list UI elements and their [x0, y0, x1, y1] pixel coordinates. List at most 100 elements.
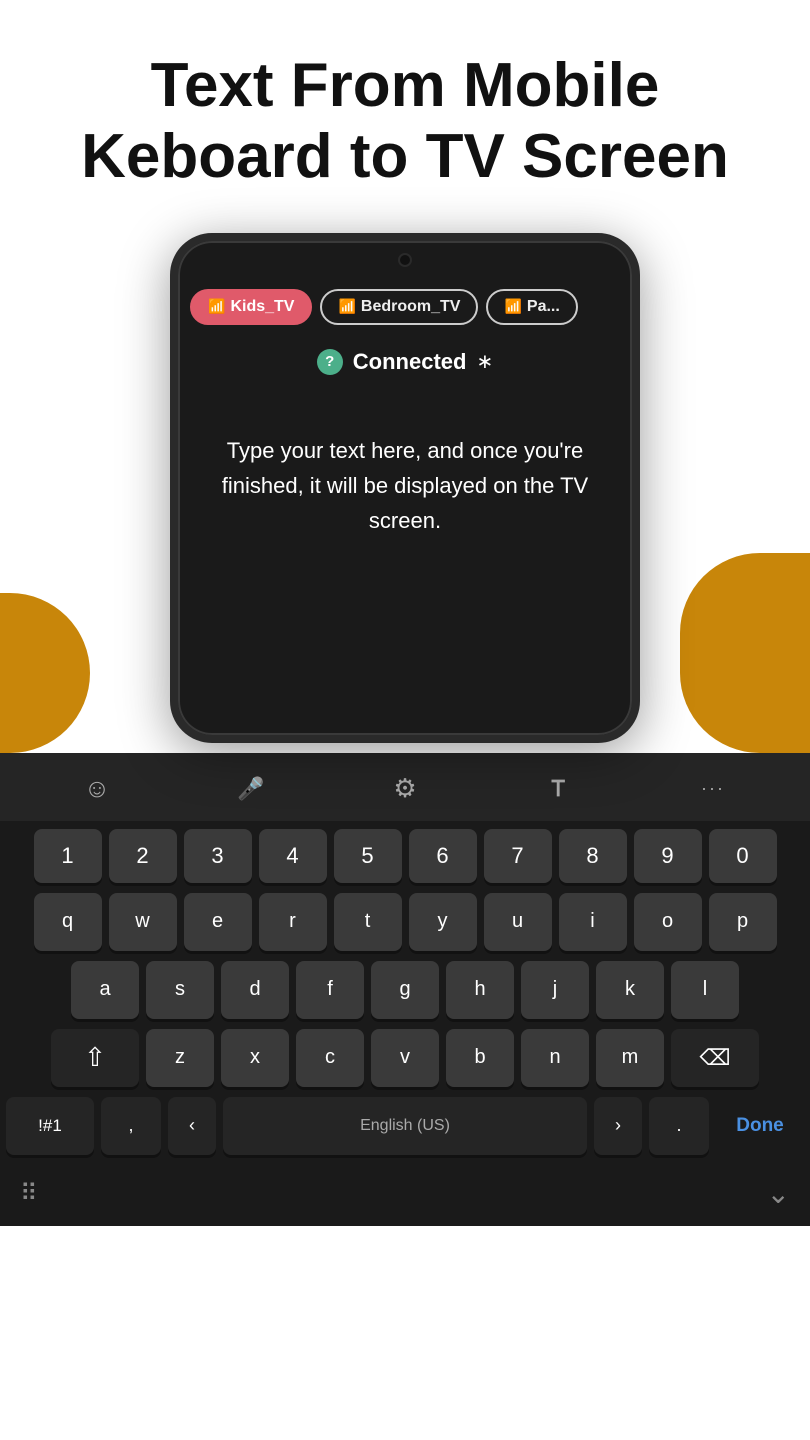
typing-area[interactable]: Type your text here, and once you're fin… — [178, 383, 632, 559]
key-6[interactable]: 6 — [409, 829, 477, 883]
wifi-icon-bedroom: 📶 — [338, 298, 355, 315]
key-o[interactable]: o — [634, 893, 702, 951]
phone-mockup: 📶 Kids_TV 📶 Bedroom_TV 📶 Pa... ? Connect… — [170, 233, 640, 743]
key-t[interactable]: t — [334, 893, 402, 951]
period-key[interactable]: . — [649, 1097, 709, 1155]
key-0[interactable]: 0 — [709, 829, 777, 883]
right-arrow-icon: › — [615, 1115, 621, 1136]
more-button[interactable]: ··· — [691, 767, 735, 811]
connected-dot-label: ? — [325, 353, 334, 370]
page-title: Text From Mobile Keboard to TV Screen — [60, 50, 750, 193]
key-l[interactable]: l — [671, 961, 739, 1019]
keyboard-container: ☺ 🎤 ⚙ Ꭲ ··· 1 2 3 4 5 6 7 8 9 0 — [0, 753, 810, 1226]
number-row: 1 2 3 4 5 6 7 8 9 0 — [6, 829, 804, 883]
header: Text From Mobile Keboard to TV Screen — [0, 0, 810, 223]
tv-tab-kids-label: Kids_TV — [230, 298, 294, 316]
done-key[interactable]: Done — [716, 1097, 804, 1155]
phone-camera — [398, 253, 412, 267]
key-5[interactable]: 5 — [334, 829, 402, 883]
font-icon: Ꭲ — [552, 776, 565, 802]
key-r[interactable]: r — [259, 893, 327, 951]
tv-tab-pa-label: Pa... — [527, 298, 560, 316]
more-icon: ··· — [701, 778, 725, 799]
emoji-button[interactable]: ☺ — [75, 767, 119, 811]
space-label: English (US) — [360, 1117, 450, 1135]
key-9[interactable]: 9 — [634, 829, 702, 883]
left-arrow-icon: ‹ — [189, 1115, 195, 1136]
shift-key[interactable]: ⇧ — [51, 1029, 139, 1087]
tv-tab-bedroom[interactable]: 📶 Bedroom_TV — [320, 289, 478, 325]
typing-placeholder: Type your text here, and once you're fin… — [208, 433, 602, 539]
key-s[interactable]: s — [146, 961, 214, 1019]
key-j[interactable]: j — [521, 961, 589, 1019]
settings-button[interactable]: ⚙ — [383, 767, 427, 811]
bluetooth-icon: ∗ — [476, 349, 493, 374]
key-u[interactable]: u — [484, 893, 552, 951]
backspace-icon: ⌫ — [699, 1045, 730, 1071]
key-q[interactable]: q — [34, 893, 102, 951]
left-arrow-key[interactable]: ‹ — [168, 1097, 216, 1155]
key-8[interactable]: 8 — [559, 829, 627, 883]
keyboard-switcher-button[interactable]: ⠿ — [20, 1179, 38, 1208]
right-arrow-key[interactable]: › — [594, 1097, 642, 1155]
mic-icon: 🎤 — [237, 776, 264, 802]
symbols-key[interactable]: !#1 — [6, 1097, 94, 1155]
tv-tab-pa[interactable]: 📶 Pa... — [486, 289, 577, 325]
keyboard-toolbar: ☺ 🎤 ⚙ Ꭲ ··· — [0, 753, 810, 821]
phone-area: 📶 Kids_TV 📶 Bedroom_TV 📶 Pa... ? Connect… — [0, 233, 810, 753]
key-x[interactable]: x — [221, 1029, 289, 1087]
key-f[interactable]: f — [296, 961, 364, 1019]
key-7[interactable]: 7 — [484, 829, 552, 883]
key-c[interactable]: c — [296, 1029, 364, 1087]
key-h[interactable]: h — [446, 961, 514, 1019]
keyboard-switcher-icon: ⠿ — [20, 1180, 38, 1207]
key-z[interactable]: z — [146, 1029, 214, 1087]
key-g[interactable]: g — [371, 961, 439, 1019]
connected-row: ? Connected ∗ — [178, 337, 632, 383]
mic-button[interactable]: 🎤 — [229, 767, 273, 811]
comma-label: , — [128, 1115, 133, 1136]
key-m[interactable]: m — [596, 1029, 664, 1087]
tv-tab-bedroom-label: Bedroom_TV — [361, 298, 461, 316]
done-label: Done — [736, 1115, 784, 1137]
space-key[interactable]: English (US) — [223, 1097, 587, 1155]
key-2[interactable]: 2 — [109, 829, 177, 883]
wifi-icon-pa: 📶 — [504, 298, 521, 315]
symbols-label: !#1 — [38, 1116, 62, 1136]
key-b[interactable]: b — [446, 1029, 514, 1087]
key-3[interactable]: 3 — [184, 829, 252, 883]
key-1[interactable]: 1 — [34, 829, 102, 883]
row-qwerty: q w e r t y u i o p — [6, 893, 804, 951]
key-v[interactable]: v — [371, 1029, 439, 1087]
wifi-icon-kids: 📶 — [208, 298, 225, 315]
keyboard: 1 2 3 4 5 6 7 8 9 0 q w e r t y u i o p … — [0, 821, 810, 1155]
row-asdf: a s d f g h j k l — [6, 961, 804, 1019]
key-d[interactable]: d — [221, 961, 289, 1019]
key-w[interactable]: w — [109, 893, 177, 951]
keyboard-hide-button[interactable]: ⌄ — [767, 1177, 790, 1210]
font-button[interactable]: Ꭲ — [537, 767, 581, 811]
row-bottom: !#1 , ‹ English (US) › . Done — [6, 1097, 804, 1155]
key-p[interactable]: p — [709, 893, 777, 951]
key-e[interactable]: e — [184, 893, 252, 951]
connected-label: Connected — [353, 349, 467, 375]
backspace-key[interactable]: ⌫ — [671, 1029, 759, 1087]
emoji-icon: ☺ — [84, 773, 111, 804]
tv-tab-kids[interactable]: 📶 Kids_TV — [190, 289, 312, 325]
key-y[interactable]: y — [409, 893, 477, 951]
keyboard-bottom-bar: ⠿ ⌄ — [0, 1167, 810, 1226]
settings-icon: ⚙ — [393, 773, 416, 804]
orange-decoration-right — [680, 553, 810, 753]
comma-key[interactable]: , — [101, 1097, 161, 1155]
key-k[interactable]: k — [596, 961, 664, 1019]
connected-icon: ? — [317, 349, 343, 375]
period-label: . — [676, 1115, 681, 1136]
key-4[interactable]: 4 — [259, 829, 327, 883]
key-i[interactable]: i — [559, 893, 627, 951]
key-a[interactable]: a — [71, 961, 139, 1019]
keyboard-hide-icon: ⌄ — [767, 1178, 790, 1209]
shift-icon: ⇧ — [84, 1042, 106, 1073]
row-zxcv: ⇧ z x c v b n m ⌫ — [6, 1029, 804, 1087]
orange-decoration-left — [0, 593, 90, 753]
key-n[interactable]: n — [521, 1029, 589, 1087]
